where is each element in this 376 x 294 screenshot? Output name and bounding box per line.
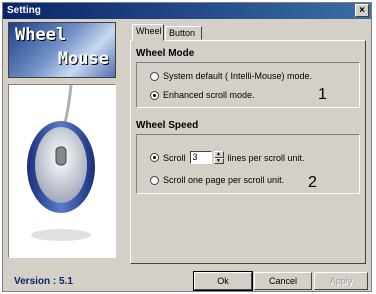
radio-scroll-lines-circle[interactable] bbox=[150, 153, 159, 162]
cancel-button[interactable]: Cancel bbox=[254, 272, 312, 290]
scroll-label: Scroll bbox=[163, 152, 186, 163]
radio-system-default-label: System default ( Intelli-Mouse) mode. bbox=[163, 71, 313, 81]
spin-down-icon[interactable]: ▼ bbox=[213, 157, 224, 164]
marker-1: 1 bbox=[318, 86, 327, 103]
wheel-mouse-logo: Wheel Mouse bbox=[8, 22, 116, 78]
scroll-page-label: Scroll one page per scroll unit. bbox=[163, 175, 285, 185]
radio-scroll-lines[interactable]: Scroll 3 ▲ ▼ lines per scroll unit. bbox=[150, 151, 305, 164]
radio-enhanced-scroll-circle[interactable] bbox=[150, 90, 159, 100]
title-bar[interactable]: Setting × bbox=[3, 3, 371, 19]
radio-scroll-page[interactable]: Scroll one page per scroll unit. bbox=[150, 175, 284, 185]
ok-button[interactable]: Ok bbox=[193, 271, 253, 291]
radio-enhanced-scroll[interactable]: Enhanced scroll mode. bbox=[150, 90, 255, 100]
wheel-speed-title: Wheel Speed bbox=[136, 120, 199, 131]
radio-enhanced-scroll-label: Enhanced scroll mode. bbox=[163, 90, 255, 100]
logo-line-2: Mouse bbox=[57, 49, 109, 69]
radio-system-default[interactable]: System default ( Intelli-Mouse) mode. bbox=[150, 71, 312, 81]
lines-suffix-label: lines per scroll unit. bbox=[227, 152, 305, 163]
logo-line-1: Wheel bbox=[15, 25, 67, 45]
tab-button[interactable]: Button bbox=[165, 26, 202, 40]
lines-per-scroll-input[interactable]: 3 bbox=[189, 151, 212, 164]
lines-spinner[interactable]: ▲ ▼ bbox=[213, 151, 224, 164]
tab-wheel[interactable]: Wheel bbox=[132, 24, 164, 41]
radio-system-default-circle[interactable] bbox=[150, 71, 159, 81]
window-title: Setting bbox=[7, 5, 41, 16]
mouse-illustration-icon bbox=[27, 84, 95, 241]
radio-scroll-page-circle[interactable] bbox=[150, 175, 159, 185]
mouse-image-panel bbox=[8, 84, 116, 258]
version-label: Version : 5.1 bbox=[14, 276, 73, 287]
marker-2: 2 bbox=[308, 174, 317, 191]
wheel-speed-group bbox=[136, 134, 360, 194]
apply-button[interactable]: Apply bbox=[314, 272, 368, 290]
close-button[interactable]: × bbox=[355, 4, 369, 17]
wheel-mode-title: Wheel Mode bbox=[136, 48, 195, 59]
